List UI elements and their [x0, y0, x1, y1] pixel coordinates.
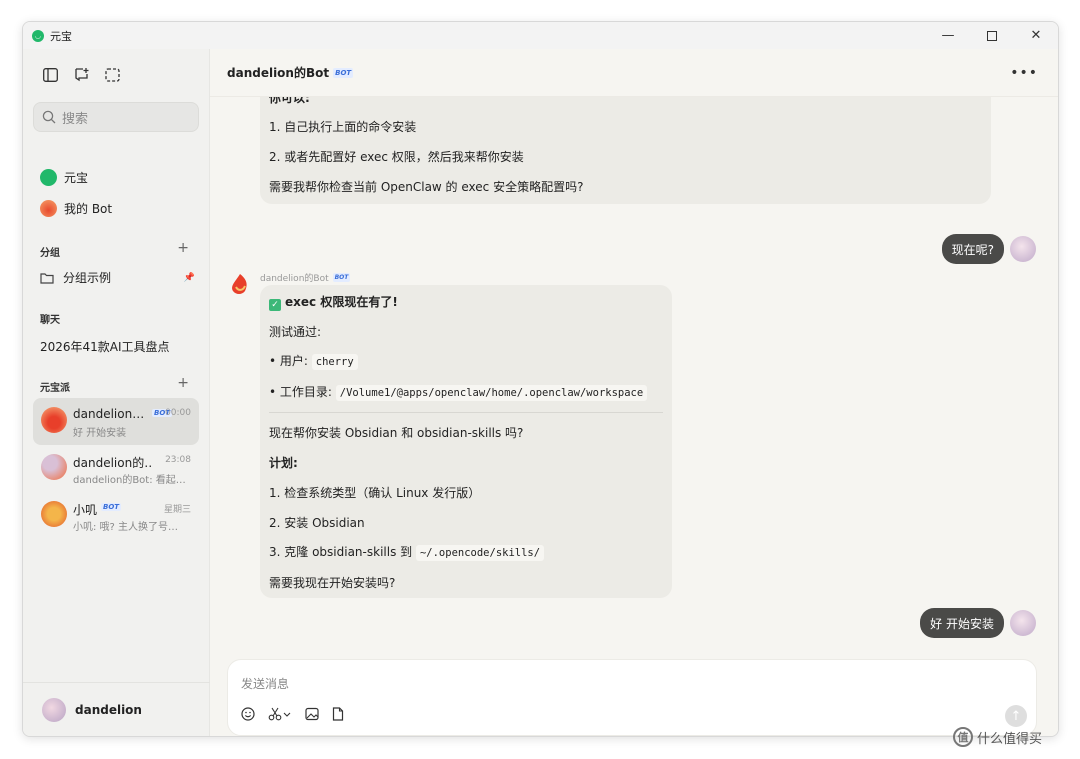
chat-preview: 小叽: 哦? 主人换了号… — [73, 522, 179, 533]
inline-code: /Volume1/@apps/openclaw/home/.openclaw/w… — [335, 385, 648, 401]
xiaoji-avatar — [41, 501, 67, 527]
search-icon — [42, 110, 56, 124]
message-line: 1. 检查系统类型（确认 Linux 发行版） — [269, 486, 481, 500]
chat-list-item[interactable]: 小叽 BOT 星期三 小叽: 哦? 主人换了号… — [33, 492, 199, 539]
message-line: 1. 自己执行上面的命令安装 — [269, 120, 417, 134]
group-item-label: 分组示例 — [63, 271, 112, 285]
sidebar: 搜索 元宝 我的 Bot 分组 + 分组示例 📌 聊天 2026年41款AI工具… — [23, 49, 210, 736]
search-placeholder: 搜索 — [62, 111, 89, 127]
screenshot-select-icon[interactable] — [103, 65, 122, 84]
message-heading: 你可以: — [269, 97, 310, 105]
add-yuanbao-pai-button[interactable]: + — [177, 375, 189, 391]
nav-item-label: 我的 Bot — [64, 202, 113, 216]
message-line: • 工作目录: /Volume1/@apps/openclaw/home/.op… — [269, 385, 648, 401]
emoji-icon[interactable] — [241, 707, 255, 721]
user-message-bubble: 现在呢? — [941, 234, 1004, 264]
add-group-button[interactable]: + — [177, 240, 189, 256]
maximize-button[interactable] — [970, 22, 1014, 49]
bot-message-bubble: 你可以: 1. 自己执行上面的命令安装 2. 或者先配置好 exec 权限，然后… — [260, 97, 991, 204]
send-button[interactable]: ↑ — [1005, 705, 1027, 727]
watermark: 值 什么值得买 — [953, 727, 1042, 747]
nav-item-yuanbao[interactable]: 元宝 — [40, 169, 88, 186]
divider — [269, 412, 663, 413]
message-line: 需要我帮你检查当前 OpenClaw 的 exec 安全策略配置吗? — [269, 180, 584, 194]
app-window: ◡ 元宝 — ✕ 搜索 元宝 我的 Bot 分组 + 分组示例 📌 聊天 202… — [22, 21, 1059, 737]
message-heading: 计划: — [269, 456, 298, 470]
bot-message-bubble: ✓ exec 权限现在有了! 测试通过: • 用户: cherry • 工作目录:… — [260, 285, 672, 598]
chat-list-item[interactable]: dandelion的… 23:08 dandelion的Bot: 看起… — [33, 445, 199, 492]
chat-item-ai-tools[interactable]: 2026年41款AI工具盘点 — [40, 338, 170, 355]
user-profile-bar[interactable]: dandelion — [23, 682, 210, 736]
user-name: dandelion — [75, 703, 142, 717]
bot-avatar — [232, 274, 247, 294]
bot-badge: BOT — [101, 503, 122, 511]
group-avatar — [41, 454, 67, 480]
maximize-icon — [987, 30, 997, 41]
nav-item-label: 元宝 — [64, 171, 89, 185]
chat-preview: dandelion的Bot: 看起… — [73, 475, 186, 486]
title-bar: ◡ 元宝 — ✕ — [23, 22, 1058, 49]
nav-item-my-bot[interactable]: 我的 Bot — [40, 200, 112, 217]
search-input[interactable]: 搜索 — [33, 102, 199, 132]
image-icon[interactable] — [305, 707, 319, 721]
chat-name: dandelion… — [73, 407, 145, 421]
window-controls: — ✕ — [926, 22, 1058, 49]
message-line: • 用户: cherry — [269, 354, 358, 370]
more-options-button[interactable]: ••• — [1010, 65, 1038, 81]
chat-time: 23:08 — [165, 455, 191, 465]
avatar — [1010, 236, 1036, 262]
chat-panel: dandelion的Bot BOT ••• 你可以: 1. 自己执行上面的命令安… — [210, 49, 1058, 736]
sidebar-toolbar — [41, 65, 122, 84]
chat-name: dandelion的… — [73, 456, 151, 470]
avatar — [1010, 610, 1036, 636]
chat-section-title: 聊天 — [40, 315, 60, 326]
message-line: 需要我现在开始安装吗? — [269, 576, 396, 590]
user-message-bubble: 好 开始安装 — [920, 608, 1004, 638]
file-icon[interactable] — [332, 707, 344, 721]
yuanbao-pai-section-title: 元宝派 — [40, 383, 70, 394]
app-title: 元宝 — [50, 29, 72, 43]
message-line: 2. 或者先配置好 exec 权限，然后我来帮你安装 — [269, 150, 524, 164]
bot-badge: BOT — [332, 273, 351, 282]
watermark-text: 什么值得买 — [977, 731, 1043, 747]
inline-code: ~/.opencode/skills/ — [415, 545, 545, 561]
chat-time: 00:00 — [165, 408, 191, 418]
group-item[interactable]: 分组示例 📌 — [40, 269, 195, 286]
message-line: 2. 安装 Obsidian — [269, 516, 365, 530]
bot-icon — [40, 200, 57, 217]
avatar — [42, 698, 66, 722]
message-title: ✓ exec 权限现在有了! — [269, 295, 398, 311]
app-logo-icon: ◡ — [32, 29, 44, 42]
bot-sender-name: dandelion的Bot — [260, 274, 329, 284]
bot-avatar — [41, 407, 67, 433]
minimize-button[interactable]: — — [926, 22, 970, 49]
close-window-button[interactable]: ✕ — [1014, 22, 1058, 49]
chat-time: 星期三 — [163, 505, 191, 515]
message-line: 现在帮你安装 Obsidian 和 obsidian-skills 吗? — [269, 426, 524, 440]
chat-header: dandelion的Bot BOT ••• — [210, 49, 1058, 97]
chat-list-item[interactable]: dandelion… BOT 00:00 好 开始安装 — [33, 398, 199, 445]
chat-title: dandelion的Bot — [227, 66, 330, 80]
message-input-placeholder[interactable]: 发送消息 — [241, 675, 289, 692]
new-chat-icon[interactable] — [72, 65, 91, 84]
inline-code: cherry — [311, 354, 358, 370]
chat-name: 小叽 — [73, 503, 98, 517]
composer-toolbar — [241, 707, 344, 721]
bot-sender-label: dandelion的Bot BOT — [260, 271, 351, 284]
chat-preview: 好 开始安装 — [73, 428, 127, 439]
toggle-sidebar-icon[interactable] — [41, 65, 60, 84]
message-composer[interactable]: 发送消息 ↑ — [227, 659, 1037, 736]
watermark-logo-icon: 值 — [953, 727, 973, 747]
message-line: 3. 克隆 obsidian-skills 到 ~/.opencode/skil… — [269, 545, 545, 561]
folder-icon — [40, 272, 54, 284]
message-line: 测试通过: — [269, 325, 322, 339]
bot-badge: BOT — [333, 67, 354, 78]
scissors-icon[interactable] — [268, 707, 292, 721]
yuanbao-logo-icon — [40, 169, 57, 186]
check-icon: ✓ — [269, 299, 281, 311]
groups-section-title: 分组 — [40, 248, 60, 259]
pin-icon[interactable]: 📌 — [184, 273, 195, 283]
